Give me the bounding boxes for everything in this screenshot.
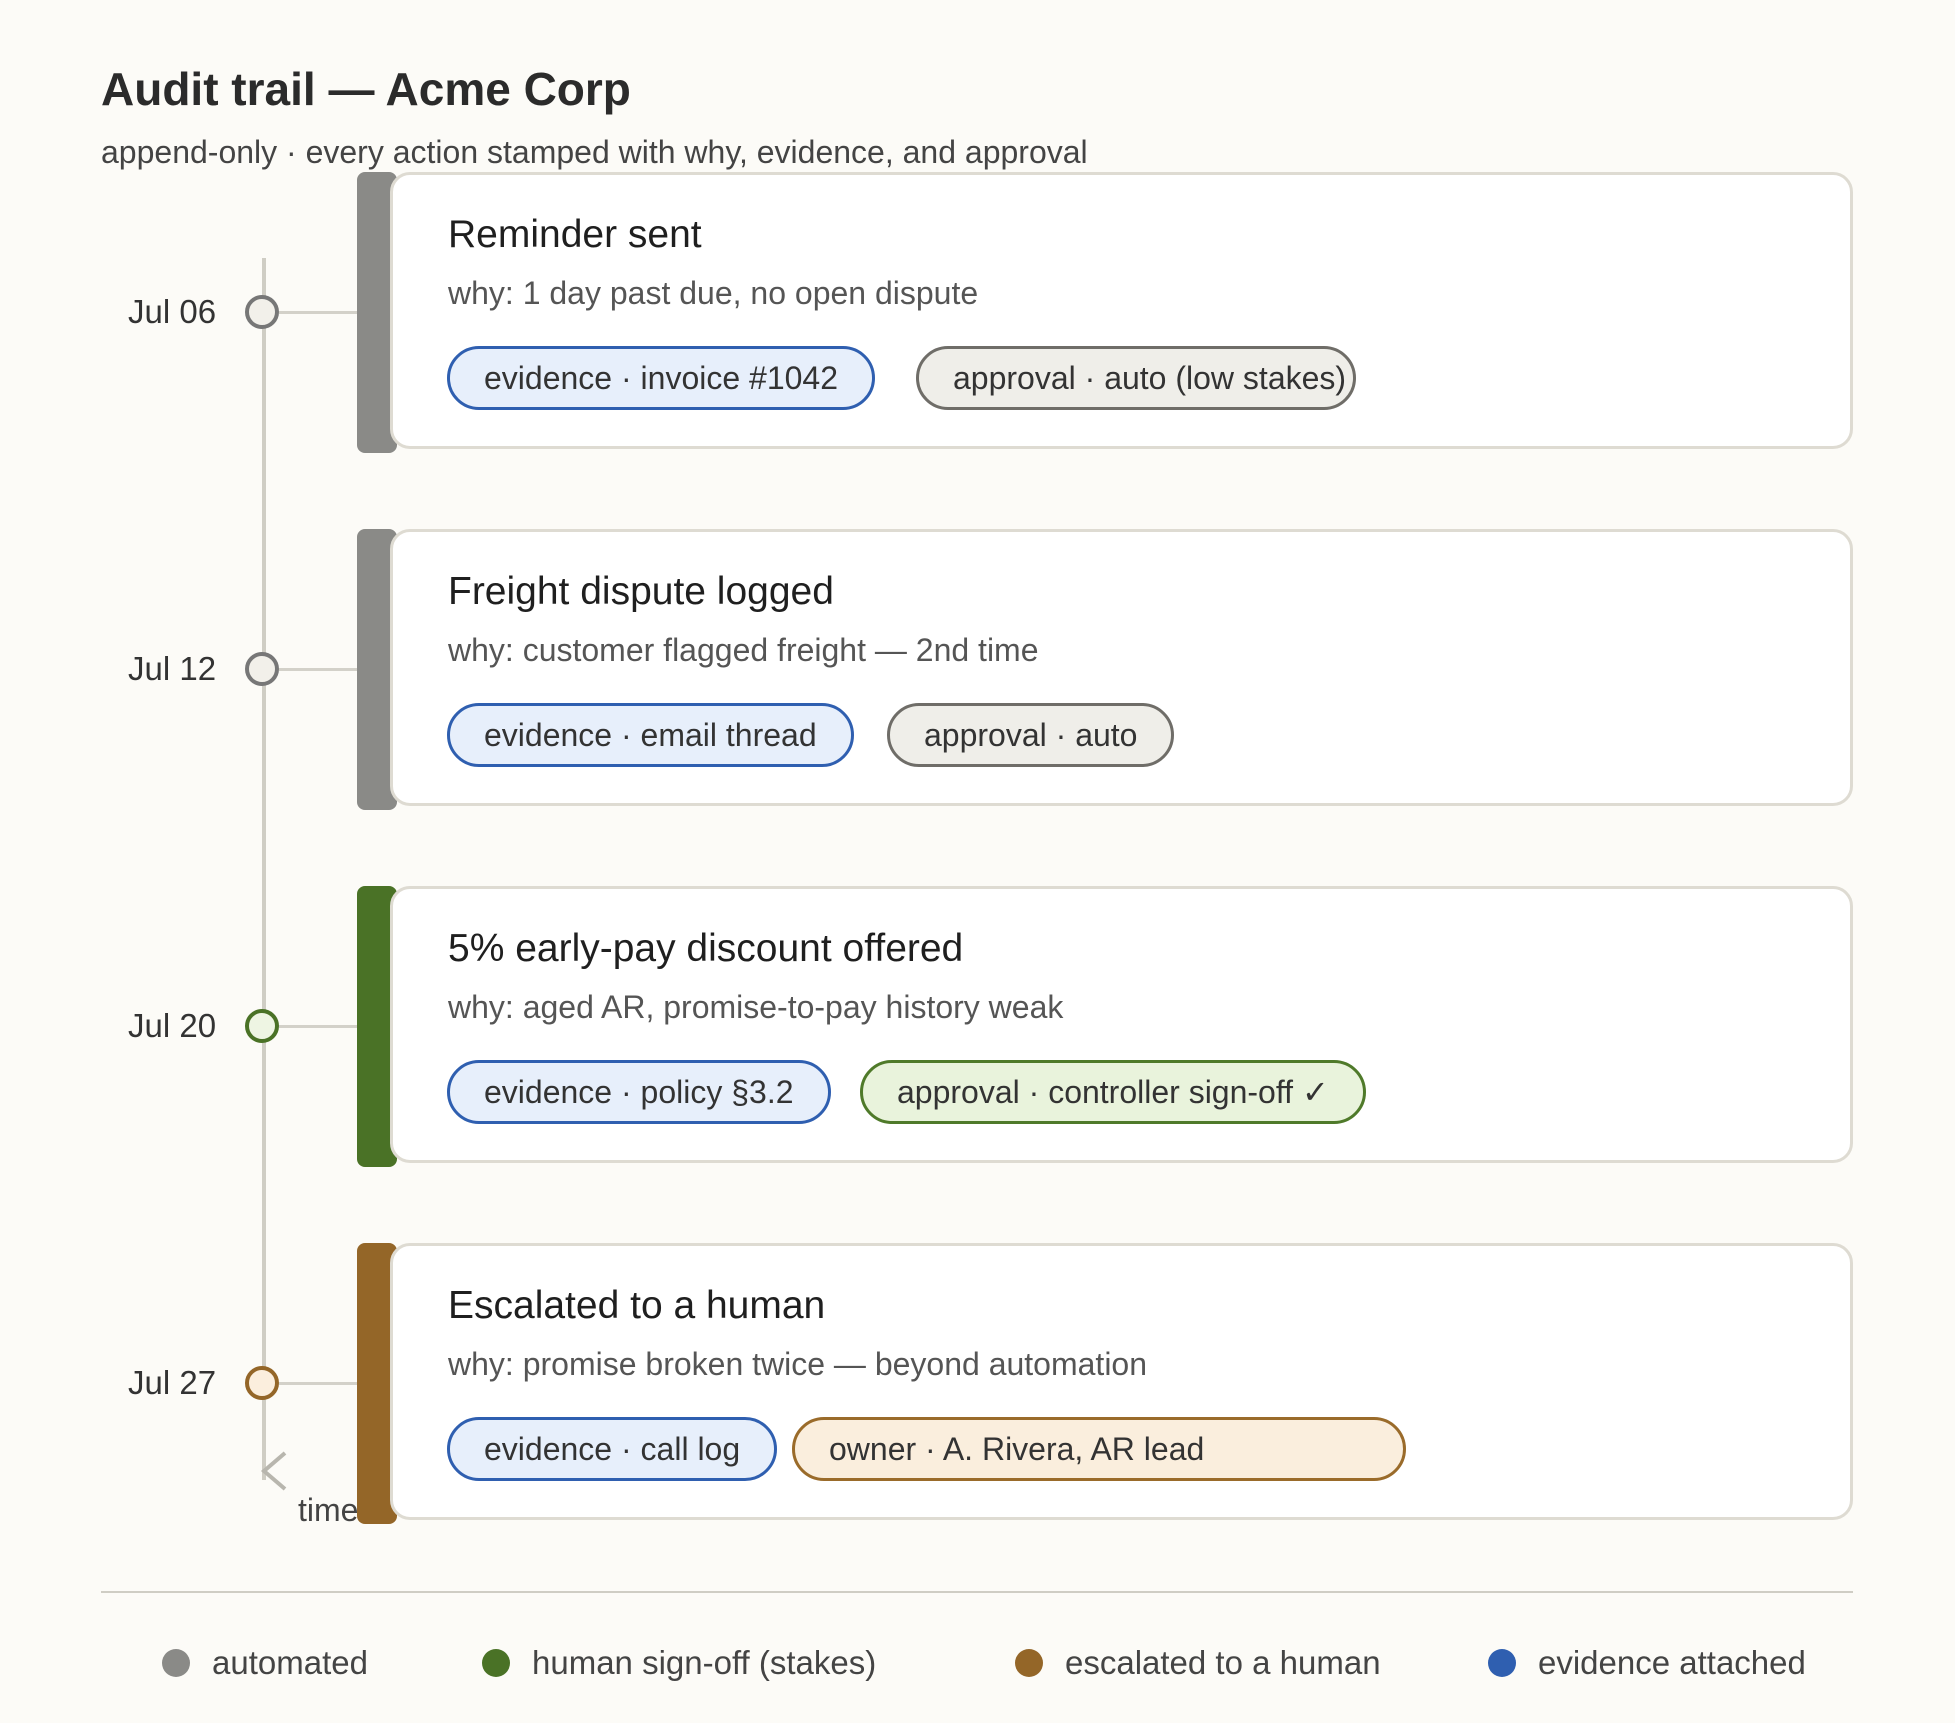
timeline-connector: [279, 1025, 359, 1028]
evidence-pill[interactable]: evidence · call log: [447, 1417, 778, 1481]
event-why: why: 1 day past due, no open dispute: [448, 275, 979, 311]
event-date: Jul 27: [128, 1364, 217, 1401]
event-card[interactable]: 5% early-pay discount offered why: aged …: [390, 886, 1853, 1163]
legend-label: evidence attached: [1538, 1644, 1806, 1681]
legend-dot-icon: [162, 1649, 190, 1677]
event-card[interactable]: Escalated to a human why: promise broken…: [390, 1243, 1853, 1520]
timeline-connector: [279, 668, 359, 671]
timeline-node: [245, 652, 279, 686]
evidence-pill[interactable]: evidence · email thread: [447, 703, 854, 767]
event-card[interactable]: Reminder sent why: 1 day past due, no op…: [390, 172, 1853, 449]
event-title: Escalated to a human: [448, 1284, 826, 1327]
timeline-node: [245, 295, 279, 329]
timeline-axis-label: time: [298, 1492, 359, 1528]
timeline-connector: [279, 1382, 359, 1385]
event-title: 5% early-pay discount offered: [448, 927, 964, 970]
timeline-arrow-icon: [260, 1451, 287, 1491]
timeline-connector: [279, 311, 359, 314]
timeline-node: [245, 1009, 279, 1043]
evidence-pill[interactable]: evidence · invoice #1042: [447, 346, 876, 410]
legend-label: automated: [212, 1644, 368, 1681]
owner-pill[interactable]: owner · A. Rivera, AR lead: [792, 1417, 1406, 1481]
event-date: Jul 20: [128, 1007, 217, 1044]
legend-dot-icon: [1015, 1649, 1043, 1677]
page-subtitle: append-only · every action stamped with …: [101, 134, 1088, 170]
legend-label: escalated to a human: [1065, 1644, 1381, 1681]
event-title: Reminder sent: [448, 213, 702, 256]
event-date: Jul 12: [128, 650, 217, 687]
event-why: why: customer flagged freight — 2nd time: [448, 632, 1039, 668]
legend-dot-icon: [482, 1649, 510, 1677]
evidence-pill[interactable]: evidence · policy §3.2: [447, 1060, 831, 1124]
approval-pill[interactable]: approval · auto (low stakes): [916, 346, 1356, 410]
legend-label: human sign-off (stakes): [532, 1644, 877, 1681]
timeline-axis: [262, 258, 266, 1480]
approval-pill[interactable]: approval · controller sign-off ✓: [860, 1060, 1366, 1124]
event-date: Jul 06: [128, 293, 217, 330]
approval-pill[interactable]: approval · auto: [887, 703, 1175, 767]
event-why: why: aged AR, promise-to-pay history wea…: [448, 989, 1064, 1025]
footer-divider: [101, 1591, 1853, 1593]
event-why: why: promise broken twice — beyond autom…: [448, 1346, 1148, 1382]
event-title: Freight dispute logged: [448, 570, 834, 613]
legend-dot-icon: [1488, 1649, 1516, 1677]
event-card[interactable]: Freight dispute logged why: customer fla…: [390, 529, 1853, 806]
page-title: Audit trail — Acme Corp: [101, 63, 631, 115]
timeline-node: [245, 1366, 279, 1400]
